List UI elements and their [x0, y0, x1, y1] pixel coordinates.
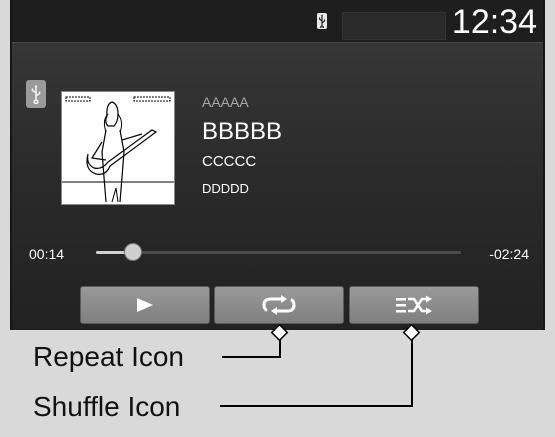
- repeat-icon-callout: Repeat Icon: [33, 341, 184, 372]
- shuffle-icon-callout: Shuffle Icon: [33, 391, 181, 422]
